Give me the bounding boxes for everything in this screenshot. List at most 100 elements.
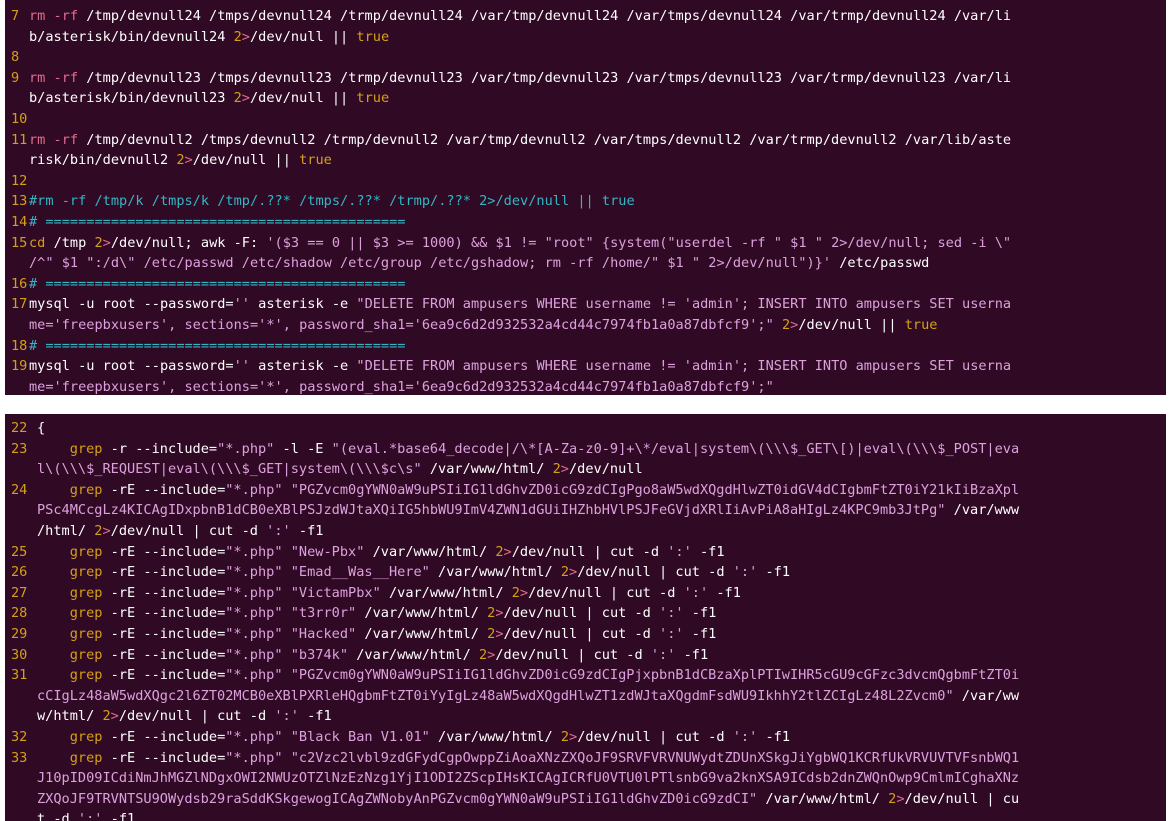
line-number: 8: [11, 49, 20, 66]
code-token: /dev/null | cut -d: [495, 646, 651, 663]
line-number: 25: [11, 543, 28, 560]
code-token: "*.php": [225, 564, 283, 581]
code-token: 2: [176, 152, 185, 169]
code-token: -rE --include=: [110, 625, 226, 642]
code-token: #rm -rf /tmp/k /tmps/k /tmp/.??* /tmps/.…: [29, 193, 635, 210]
code-line: 17 mysql -u root --password='' asterisk -…: [11, 294, 1166, 315]
code-line: 33 grep -rE --include="*.php" "c2Vzc2lvb…: [11, 748, 1166, 769]
code-token: mysql -u root --password=: [29, 358, 234, 375]
code-token: /var/www/html/: [364, 543, 496, 560]
code-token: >: [519, 584, 529, 601]
code-token: grep: [37, 667, 111, 684]
code-token: "Hacked": [290, 625, 357, 642]
code-token: asterisk -e: [249, 296, 357, 313]
code-token: /^" $1 ":/d\" /etc/passwd /etc/shadow /e…: [29, 255, 832, 272]
line-number: 15: [11, 234, 28, 251]
code-token: '': [233, 358, 250, 375]
code-token: "Black Ban V1.01": [290, 728, 430, 745]
code-token: /var/www: [945, 502, 1020, 519]
code-token: >: [102, 522, 111, 539]
code-token: /dev/null | cut -d: [511, 543, 668, 560]
code-token: '($3 == 0 || $3 >= 1000) && $1 != "root"…: [266, 234, 1012, 251]
line-number: 11: [11, 131, 28, 148]
code-token: me='freepbxusers', sections='*', passwor…: [29, 378, 774, 395]
code-token: 2: [233, 90, 242, 107]
code-line: 13 #rm -rf /tmp/k /tmps/k /tmp/.??* /tmps…: [11, 191, 1166, 212]
code-token: /dev/null | cut -d: [503, 605, 660, 622]
code-token: >: [102, 234, 111, 251]
code-line: /^" $1 ":/d\" /etc/passwd /etc/shadow /e…: [11, 253, 1166, 274]
code-token: /dev/null | cut -d: [577, 564, 733, 581]
code-token: >: [503, 543, 512, 560]
code-token: grep: [37, 646, 111, 663]
code-token: ':': [659, 605, 684, 622]
code-token: "PGZvcm0gYWN0aW9uPSIiIG1ldGhvZD0icG9zdCI…: [290, 481, 1020, 498]
code-token: "c2Vzc2lvbl9zdGFydCgpOwppZiAoaXNzZXQoJF9…: [290, 749, 1020, 766]
code-token: ':': [659, 625, 684, 642]
code-token: >: [110, 708, 119, 725]
code-token: {: [37, 420, 46, 436]
code-token: risk/bin/devnull2: [29, 152, 177, 169]
code-token: "b374k": [290, 646, 349, 663]
code-token: >: [184, 152, 193, 169]
code-token: mysql -u root --password=: [29, 296, 234, 313]
line-number: 9: [11, 69, 20, 86]
line-number: 7: [11, 8, 20, 24]
code-token: -f1: [691, 543, 725, 560]
line-number: 31: [11, 667, 28, 684]
code-line: 27 grep -rE --include="*.php" "VictamPbx…: [11, 583, 1166, 604]
code-line: w/html/ 2>/dev/null | cut -d ':' -f1: [11, 706, 1166, 727]
code-token: /dev/null ||: [249, 28, 357, 45]
terminal-panel-top: 7 rm -rf /tmp/devnull24 /tmps/devnull24 /…: [5, 0, 1166, 395]
code-line: PSc4MCcgLz4KICAgIDxpbnB1dCB0eXBlPSJzdWJt…: [11, 500, 1166, 521]
code-token: /dev/null | cu: [904, 790, 1020, 807]
code-token: >: [495, 605, 504, 622]
code-token: true: [356, 28, 390, 45]
code-token: /dev/null; awk -F:: [110, 234, 267, 251]
code-token: -rE --include=: [110, 646, 226, 663]
code-token: "*.php": [225, 481, 283, 498]
code-token: 2: [94, 234, 103, 251]
code-line: 23 grep -r --include="*.php" -l -E "(eva…: [11, 439, 1166, 460]
code-token: -rE --include=: [110, 564, 226, 581]
code-token: # ======================================…: [29, 213, 406, 230]
code-token: t -d: [37, 811, 78, 821]
line-number: 22: [11, 420, 28, 436]
code-token: l\(\\\$_REQUEST|eval\(\\\$_GET|system\(\…: [37, 461, 422, 478]
code-token: 2: [102, 708, 111, 725]
code-line: me='freepbxusers', sections='*', passwor…: [11, 315, 1166, 336]
code-token: "DELETE FROM ampusers WHERE username != …: [356, 296, 1012, 313]
code-token: rm -rf: [29, 8, 87, 24]
line-number: 19: [11, 358, 28, 375]
terminal-panel-bottom: 22{23 grep -r --include="*.php" -l -E "(…: [5, 414, 1166, 821]
code-line: /html/ 2>/dev/null | cut -d ':' -f1: [11, 521, 1166, 542]
code-token: 2: [552, 461, 561, 478]
code-token: grep: [37, 440, 111, 457]
code-line: t -d ':' -f1: [11, 809, 1166, 821]
code-token: "Emad__Was__Here": [290, 564, 430, 581]
code-token: "PGZvcm0gYWN0aW9uPSIiIG1ldGhvZD0icG9zdCI…: [290, 667, 1020, 684]
line-number: 32: [11, 728, 28, 745]
code-token: grep: [37, 543, 111, 560]
code-token: /var/www/html/: [348, 646, 479, 663]
code-line: 9 rm -rf /tmp/devnull23 /tmps/devnull23 /…: [11, 68, 1166, 89]
code-token: /var/www/html/: [356, 605, 488, 622]
line-number: 30: [11, 646, 28, 663]
code-token: 2: [560, 564, 570, 581]
code-line: 28 grep -rE --include="*.php" "t3rr0r" /…: [11, 603, 1166, 624]
code-token: grep: [37, 481, 111, 498]
code-token: 2: [495, 543, 504, 560]
code-line: 7 rm -rf /tmp/devnull24 /tmps/devnull24 /…: [11, 6, 1166, 27]
code-line: J10pID09ICdiNmJhMGZlNDgxOWI2NWUzOTZlNzEz…: [11, 768, 1166, 789]
line-number: 12: [11, 172, 28, 189]
code-token: /dev/null: [568, 461, 643, 478]
code-line: 31 grep -rE --include="*.php" "PGZvcm0gY…: [11, 665, 1166, 686]
code-line: me='freepbxusers', sections='*', passwor…: [11, 377, 1166, 395]
line-number: 27: [11, 584, 28, 601]
code-line: 32 grep -rE --include="*.php" "Black Ban…: [11, 727, 1166, 748]
